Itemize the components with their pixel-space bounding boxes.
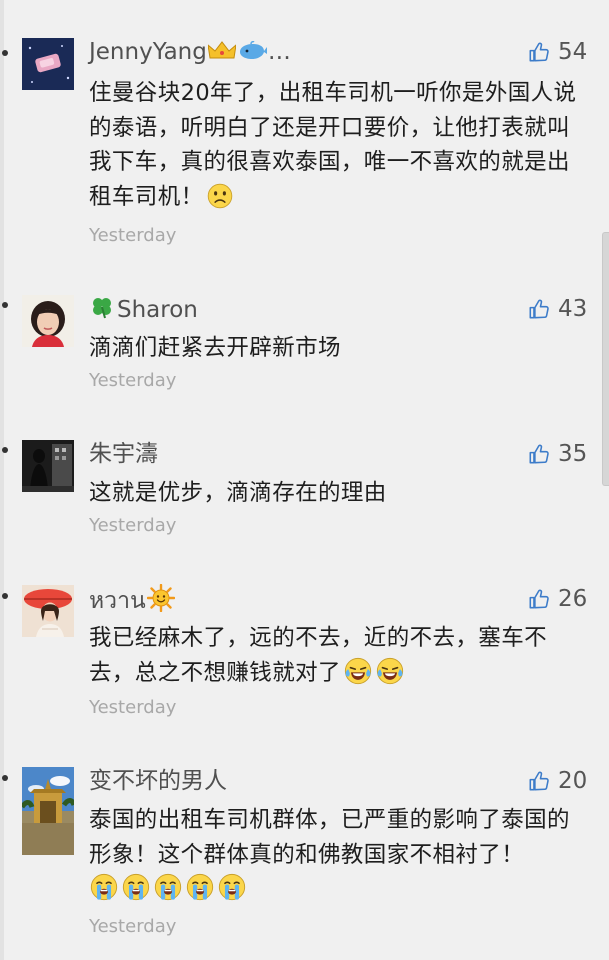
- like-count: 43: [558, 296, 588, 322]
- loudly-crying-face-icon: [185, 872, 215, 902]
- timestamp: Yesterday: [89, 916, 177, 937]
- like-count: 20: [558, 768, 588, 794]
- like-button[interactable]: 20: [528, 766, 587, 796]
- username[interactable]: 朱宇濤: [89, 439, 158, 469]
- username[interactable]: หวาน: [89, 583, 175, 620]
- thumbs-up-icon: [528, 41, 550, 63]
- username[interactable]: 变不坏的男人: [89, 766, 227, 796]
- bullet-dot: [2, 302, 8, 308]
- loudly-crying-face-icon: [217, 872, 247, 902]
- thumbs-up-icon: [528, 443, 550, 465]
- avatar[interactable]: [22, 295, 74, 347]
- like-button[interactable]: 43: [528, 294, 587, 324]
- comment-text-content: 住曼谷块20年了，出租车司机一听你是外国人说的泰语，听明白了还是开口要价，让他打…: [89, 80, 577, 210]
- scrollbar[interactable]: [602, 232, 609, 486]
- sun-face-icon: [146, 583, 175, 620]
- timestamp: Yesterday: [89, 515, 177, 536]
- loudly-crying-face-icon: [89, 872, 119, 902]
- thumbs-up-icon: [528, 298, 550, 320]
- like-count: 26: [558, 586, 588, 612]
- avatar[interactable]: [22, 38, 74, 90]
- four-leaf-clover-icon: [89, 294, 115, 328]
- username-text: หวาน: [89, 588, 146, 614]
- timestamp: Yesterday: [89, 225, 177, 246]
- avatar[interactable]: [22, 767, 74, 855]
- username-text: Sharon: [117, 297, 198, 323]
- username[interactable]: Sharon: [89, 294, 198, 328]
- bullet-dot: [2, 50, 8, 56]
- username-text: 变不坏的男人: [89, 768, 227, 794]
- bullet-dot: [2, 593, 8, 599]
- laughing-crying-face-icon: [375, 656, 405, 686]
- laughing-crying-face-icon: [343, 656, 373, 686]
- loudly-crying-face-icon: [153, 872, 183, 902]
- username-ellipsis: …: [267, 39, 291, 65]
- avatar[interactable]: [22, 440, 74, 492]
- thumbs-up-icon: [528, 770, 550, 792]
- timestamp: Yesterday: [89, 370, 177, 391]
- username[interactable]: JennyYang …: [89, 37, 291, 69]
- comment-text: 我已经麻木了，远的不去，近的不去，塞车不去，总之不想赚钱就对了: [89, 621, 584, 690]
- timestamp: Yesterday: [89, 697, 177, 718]
- loudly-crying-face-icon: [121, 872, 151, 902]
- like-button[interactable]: 54: [528, 37, 587, 67]
- username-text: 朱宇濤: [89, 441, 158, 467]
- username-text: JennyYang: [89, 39, 207, 65]
- bullet-dot: [2, 775, 8, 781]
- avatar[interactable]: [22, 585, 74, 637]
- like-count: 54: [558, 39, 588, 65]
- left-edge-divider: [0, 0, 4, 960]
- like-button[interactable]: 35: [528, 439, 587, 469]
- comment-text: 滴滴们赶紧去开辟新市场: [89, 335, 341, 361]
- thumbs-up-icon: [528, 588, 550, 610]
- comment-text-content: 泰国的出租车司机群体，已严重的影响了泰国的形象！这个群体真的和佛教国家不相衬了！: [89, 807, 570, 868]
- frown-face-icon: [206, 182, 234, 210]
- like-button[interactable]: 26: [528, 584, 587, 614]
- comment-text-content: 我已经麻木了，远的不去，近的不去，塞车不去，总之不想赚钱就对了: [89, 625, 548, 686]
- crown-icon: [207, 39, 237, 69]
- comment-text: 这就是优步，滴滴存在的理由: [89, 480, 387, 506]
- bullet-dot: [2, 447, 8, 453]
- comment-text: 泰国的出租车司机群体，已严重的影响了泰国的形象！这个群体真的和佛教国家不相衬了！: [89, 803, 584, 907]
- comment-text: 住曼谷块20年了，出租车司机一听你是外国人说的泰语，听明白了还是开口要价，让他打…: [89, 76, 584, 214]
- like-count: 35: [558, 441, 588, 467]
- whale-icon: [238, 39, 268, 69]
